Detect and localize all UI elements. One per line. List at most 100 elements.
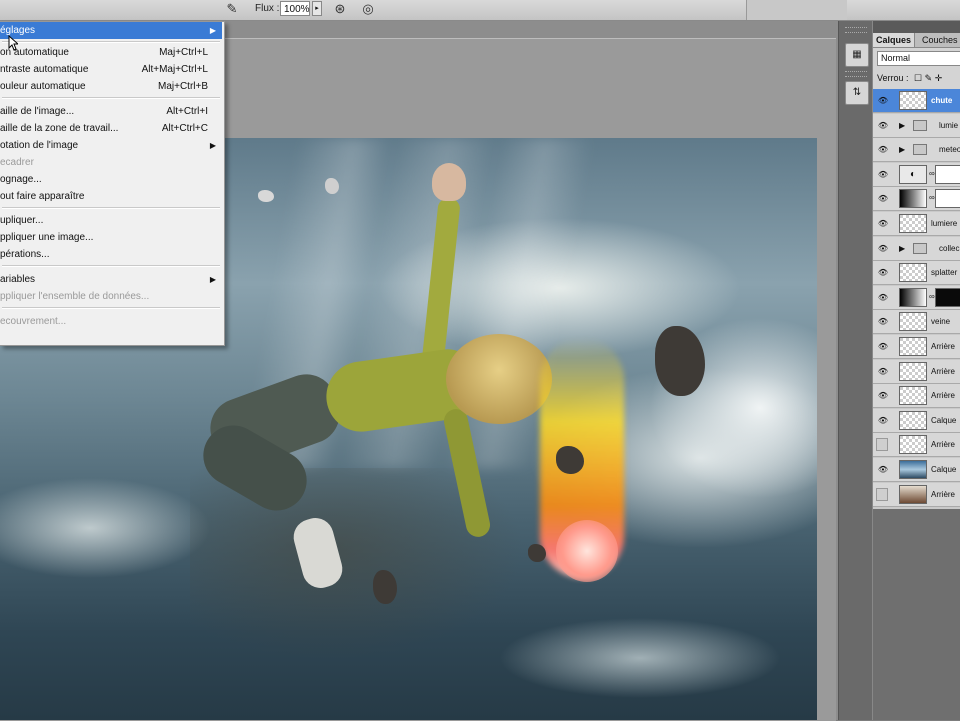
lock-paint-icon[interactable]: ✎ [925,73,933,83]
layer-name: chute [931,96,953,105]
layer-row[interactable]: 👁 Arrière [873,384,960,409]
layer-thumbnail[interactable] [899,386,927,406]
layer-thumbnail[interactable] [899,91,927,110]
menu-item-couleur-auto[interactable]: ouleur automatique Maj+Ctrl+B [0,78,222,95]
flux-dropdown-icon[interactable]: ▸ [312,1,322,16]
tab-calques[interactable]: Calques [873,33,916,47]
layer-row[interactable]: 👁 Calque [873,458,960,482]
lock-transparency-icon[interactable]: ☐ [914,73,922,83]
layer-row[interactable]: 👁 Calque [873,408,960,433]
menu-item-recouvrement[interactable]: ecouvrement... [0,313,222,330]
layer-thumbnail[interactable] [899,435,927,455]
tablet-pressure-icon[interactable]: ◎ [360,1,376,17]
menu-item-tout-faire-apparaitre[interactable]: out faire apparaître [0,188,222,205]
eye-icon[interactable]: 👁 [876,366,890,378]
layer-thumbnail[interactable] [899,410,927,430]
visibility-toggle[interactable] [876,487,888,501]
tab-couches[interactable]: Couches [919,33,960,47]
layer-name [931,163,960,187]
menu-separator [2,207,220,209]
menu-separator [2,41,220,43]
rock [325,178,339,194]
expand-triangle-icon[interactable]: ▶ [899,120,905,132]
expand-triangle-icon[interactable]: ▶ [899,144,905,156]
layer-thumbnail[interactable] [899,214,927,233]
collapsed-panel-strip: ▦ ⇅ [838,21,873,720]
layer-row[interactable]: 👁 ▶ lumie [873,113,960,138]
eye-icon[interactable]: 👁 [876,169,890,181]
eye-icon[interactable]: 👁 [876,144,890,156]
layer-name: Calque [931,465,957,474]
airbrush-icon[interactable]: ✎ [224,1,240,17]
menu-item-taille-image[interactable]: aille de l'image... Alt+Ctrl+I [0,103,222,120]
menu-separator [2,97,220,99]
eye-icon[interactable]: 👁 [876,464,890,476]
layer-thumbnail[interactable] [899,460,927,479]
eye-icon[interactable]: 👁 [876,243,890,255]
eye-icon[interactable]: 👁 [876,292,890,304]
visibility-toggle[interactable] [876,438,888,452]
adjustment-layer-icon[interactable]: ◐ [899,164,927,184]
figure-hair [446,334,552,424]
menu-item-rotation[interactable]: otation de l'image ▶ [0,137,222,154]
eye-icon[interactable]: 👁 [876,218,890,230]
panel-grip[interactable] [845,71,867,77]
folder-icon [913,144,927,156]
layer-row[interactable]: 👁 lumiere [873,212,960,236]
layer-thumbnail[interactable] [899,361,927,381]
eye-icon[interactable]: 👁 [876,415,890,427]
menu-item-reglages[interactable]: églages ▶ [0,22,222,39]
rock [258,190,274,202]
workspace: églages ▶ on automatique Maj+Ctrl+L ntrast… [0,21,838,721]
eye-icon[interactable]: 👁 [876,341,890,353]
menu-item-variables[interactable]: ariables ▶ [0,271,222,288]
layer-row[interactable]: Arrière [873,433,960,458]
airbrush-mode-icon[interactable]: ⊛ [332,1,348,17]
layer-thumbnail[interactable] [899,287,927,307]
blend-mode-select[interactable]: Normal [877,51,960,66]
eye-icon[interactable]: 👁 [876,390,890,402]
menu-item-operations[interactable]: pérations... [0,246,222,263]
layer-name [931,187,960,211]
eye-icon[interactable]: 👁 [876,316,890,328]
histogram-panel-icon[interactable]: ▦ [845,43,869,67]
layer-thumbnail[interactable] [899,337,927,356]
layer-row[interactable]: 👁 chute [873,89,960,113]
layer-row[interactable]: 👁 ▶ collec [873,236,960,261]
layer-row[interactable]: 👁 splatter [873,261,960,286]
mouse-cursor-icon [8,35,18,51]
menu-item-ton-auto[interactable]: on automatique Maj+Ctrl+L [0,44,222,61]
flux-input[interactable]: 100% [280,1,310,16]
layer-row[interactable]: 👁 Arrière [873,359,960,384]
layer-thumbnail[interactable] [899,312,927,332]
lock-move-icon[interactable]: ✛ [935,73,943,83]
layer-row[interactable]: 👁 veine [873,310,960,335]
history-panel-icon[interactable]: ⇅ [845,81,869,105]
layer-row[interactable]: Arrière [873,482,960,507]
layer-row[interactable]: 👁 ◐ ∞ [873,162,960,187]
layer-thumbnail[interactable] [899,484,927,504]
eye-icon[interactable]: 👁 [876,120,890,132]
rock [528,544,546,562]
rock [373,570,397,604]
menu-item-rognage[interactable]: ognage... [0,171,222,188]
menu-item-recadrer[interactable]: ecadrer [0,154,222,171]
panel-grip[interactable] [845,27,867,33]
menu-item-contraste-auto[interactable]: ntraste automatique Alt+Maj+Ctrl+L [0,61,222,78]
eye-icon[interactable]: 👁 [876,267,890,279]
menu-item-appliquer-donnees[interactable]: ppliquer l'ensemble de données... [0,288,222,305]
layer-row[interactable]: 👁 Arrière [873,335,960,359]
layer-row[interactable]: 👁 ∞ [873,285,960,310]
panel-tabs: Calques Couches [873,33,960,48]
menu-item-taille-zone[interactable]: aille de la zone de travail... Alt+Ctrl+C [0,120,222,137]
layer-name: collec [939,243,960,253]
layer-row[interactable]: 👁 ▶ meteo [873,138,960,163]
layer-row[interactable]: 👁 ∞ [873,187,960,212]
eye-icon[interactable]: 👁 [876,193,890,205]
eye-icon[interactable]: 👁 [876,95,890,107]
menu-item-dupliquer[interactable]: upliquer... [0,212,222,229]
layer-thumbnail[interactable] [899,263,927,283]
expand-triangle-icon[interactable]: ▶ [899,243,905,255]
menu-item-appliquer-image[interactable]: ppliquer une image... [0,229,222,246]
layer-thumbnail[interactable] [899,189,927,209]
